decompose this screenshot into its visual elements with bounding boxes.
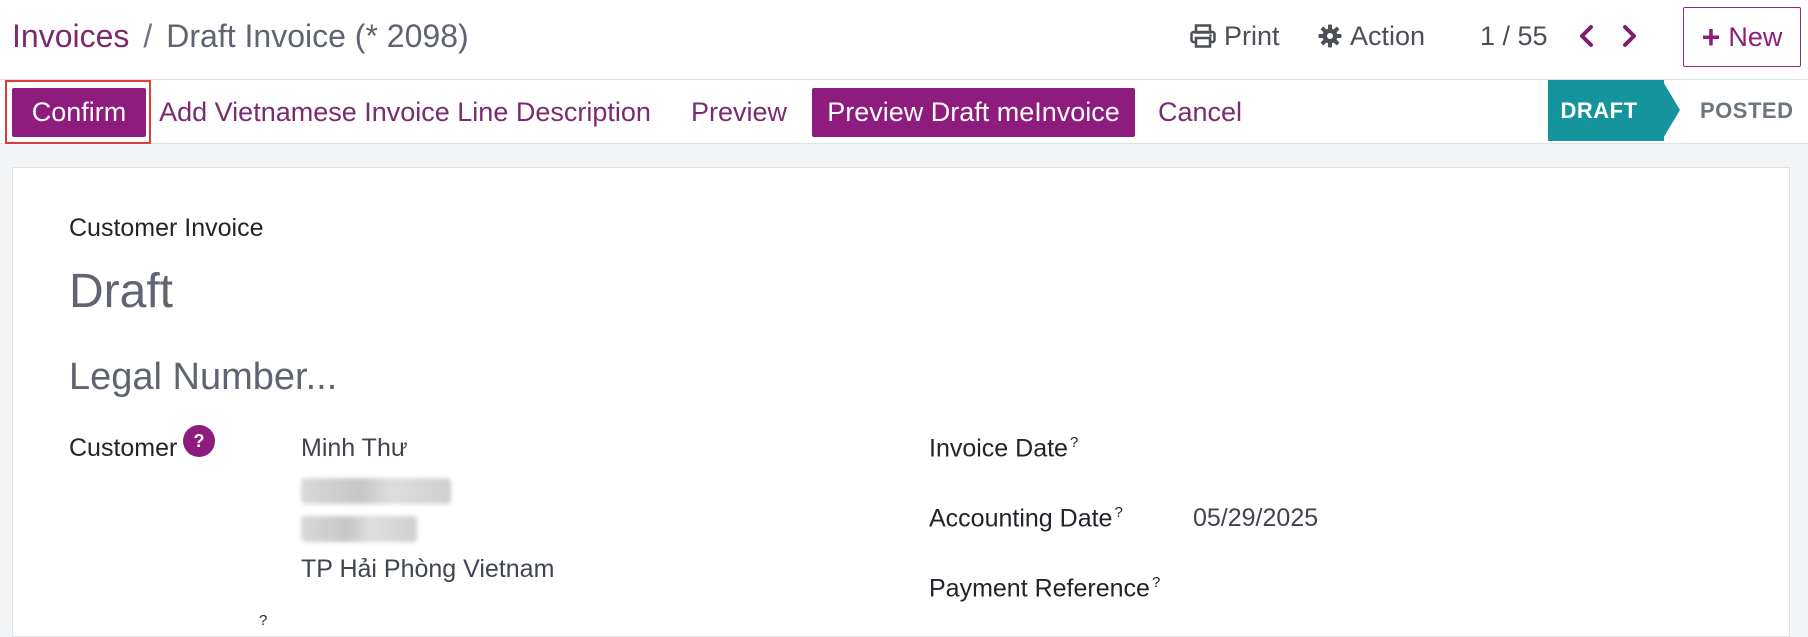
chevron-left-icon [1580,25,1593,47]
chevron-right-icon [1623,25,1636,47]
stage-draft-arrow [1662,80,1680,140]
gear-icon [1318,24,1342,48]
pager-previous-button[interactable] [1571,20,1603,52]
preview-draft-meinvoice-button[interactable]: Preview Draft meInvoice [812,88,1135,137]
accounting-date-label: Accounting Date? [929,504,1123,533]
invoice-date-label: Invoice Date? [929,434,1078,463]
new-label: New [1728,21,1783,52]
customer-address-line-redacted [301,478,451,504]
pager-value[interactable]: 1 / 55 [1480,18,1548,54]
preview-button[interactable]: Preview [680,88,798,137]
invoice-title: Draft [69,265,174,318]
customer-address-line-redacted [301,516,417,542]
action-label: Action [1350,20,1426,51]
customer-help-icon[interactable]: ? [183,425,215,457]
breadcrumb-current: Draft Invoice (* 2098) [166,18,469,54]
printer-icon [1190,24,1216,48]
customer-city-country: TP Hải Phòng Vietnam [301,555,555,583]
payment-reference-help[interactable]: ? [1152,574,1160,591]
payment-reference-label: Payment Reference? [929,574,1160,603]
invoice-date-help[interactable]: ? [1070,434,1078,451]
add-vietnamese-description-button[interactable]: Add Vietnamese Invoice Line Description [159,88,651,137]
accounting-date-label-text: Accounting Date [929,504,1113,533]
confirm-button[interactable]: Confirm [12,88,146,137]
accounting-date-help[interactable]: ? [1114,504,1122,521]
statusbar: Confirm Add Vietnamese Invoice Line Desc… [0,80,1808,144]
plus-icon: + [1701,19,1721,55]
print-button[interactable]: Print [1190,18,1280,54]
accounting-date-input[interactable]: 05/29/2025 [1193,504,1318,533]
pager-next-button[interactable] [1613,20,1645,52]
action-button[interactable]: Action [1318,18,1425,54]
customer-label: Customer [69,434,178,462]
stage-posted[interactable]: POSTED [1700,80,1800,141]
breadcrumb: Invoices / Draft Invoice (* 2098) [12,16,469,56]
customer-name[interactable]: Minh Thư [301,434,408,463]
new-button[interactable]: + New [1683,7,1801,67]
print-label: Print [1224,20,1280,51]
form-sheet: Customer Invoice Draft Legal Number... C… [12,167,1790,637]
breadcrumb-separator: / [143,18,153,54]
stage-draft[interactable]: DRAFT [1548,80,1664,141]
move-type-label: Customer Invoice [69,214,264,242]
cut-off-field-help[interactable]: ? [259,612,267,629]
payment-reference-label-text: Payment Reference [929,574,1150,603]
cancel-button[interactable]: Cancel [1150,88,1250,137]
invoice-date-label-text: Invoice Date [929,434,1068,463]
breadcrumb-invoices-link[interactable]: Invoices [12,18,129,54]
control-panel: Invoices / Draft Invoice (* 2098) Print [0,0,1808,80]
legal-number-input[interactable]: Legal Number... [69,356,337,399]
